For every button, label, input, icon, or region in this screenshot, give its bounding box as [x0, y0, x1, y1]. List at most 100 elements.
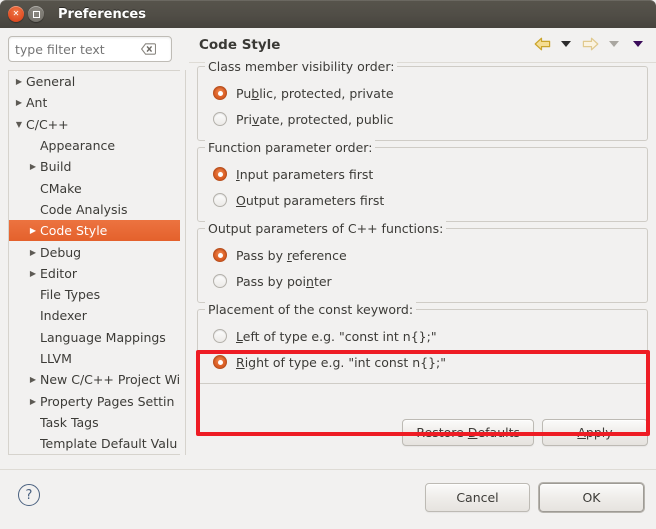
chevron-right-icon[interactable]: ▶: [26, 375, 40, 384]
sidebar-item-property-pages-settin[interactable]: ▶Property Pages Settin: [9, 390, 180, 411]
sidebar-item-c-c[interactable]: ▼C/C++: [9, 114, 180, 135]
radio-button-selected[interactable]: [213, 86, 227, 100]
radio-button-selected[interactable]: [213, 167, 227, 181]
sidebar-item-template-default-valu[interactable]: ▶Template Default Valu: [9, 433, 180, 454]
sidebar-item-debug[interactable]: ▶Debug: [9, 241, 180, 262]
label-prefix: Restore: [416, 425, 467, 440]
label-suffix: ter: [314, 274, 332, 289]
clear-filter-icon[interactable]: [137, 38, 159, 60]
back-history-dropdown[interactable]: [556, 34, 576, 54]
radio-button-unselected[interactable]: [213, 274, 227, 288]
settings-pane: Code Style: [189, 28, 656, 469]
radio-option[interactable]: Left of type e.g. "const int n{};": [208, 323, 637, 349]
sidebar-item-language-mappings[interactable]: ▶Language Mappings: [9, 327, 180, 348]
restore-defaults-button[interactable]: Restore Defaults: [402, 419, 534, 446]
radio-button-selected[interactable]: [213, 355, 227, 369]
tree-spacer: ▶: [26, 141, 40, 150]
preferences-tree[interactable]: ▶General▶Ant▼C/C++▶Appearance▶Build▶CMak…: [8, 70, 180, 455]
chevron-right-icon[interactable]: ▶: [26, 397, 40, 406]
radio-option[interactable]: Private, protected, public: [208, 106, 637, 132]
sidebar-item-label: Editor: [40, 266, 77, 281]
sidebar-item-build[interactable]: ▶Build: [9, 156, 180, 177]
radio-option[interactable]: Pass by pointer: [208, 268, 637, 294]
chevron-down-icon: [609, 41, 619, 47]
sidebar-item-indexer[interactable]: ▶Indexer: [9, 305, 180, 326]
sidebar-item-file-types[interactable]: ▶File Types: [9, 284, 180, 305]
chevron-right-icon[interactable]: ▶: [26, 162, 40, 171]
sidebar-item-code-style[interactable]: ▶Code Style: [9, 220, 180, 241]
settings-groups: Class member visibility order:Public, pr…: [189, 66, 656, 448]
sidebar-item-label: Debug: [40, 245, 81, 260]
label-suffix: ate, protected, public: [259, 112, 393, 127]
apply-button[interactable]: Apply: [542, 419, 648, 446]
label-suffix: utput parameters first: [246, 193, 384, 208]
sidebar-item-editor[interactable]: ▶Editor: [9, 263, 180, 284]
search-input[interactable]: [9, 38, 137, 60]
radio-button-unselected[interactable]: [213, 112, 227, 126]
maximize-icon: [33, 11, 40, 18]
label-mnemonic: A: [577, 425, 586, 440]
sidebar-item-label: Task Tags: [40, 415, 99, 430]
radio-option[interactable]: Pass by reference: [208, 242, 637, 268]
radio-button-selected[interactable]: [213, 248, 227, 262]
ok-button[interactable]: OK: [539, 483, 644, 512]
back-button[interactable]: [532, 34, 552, 54]
group-title: Function parameter order:: [205, 140, 375, 155]
radio-option-label: Output parameters first: [236, 193, 384, 208]
chevron-right-icon[interactable]: ▶: [26, 226, 40, 235]
chevron-right-icon[interactable]: ▶: [26, 248, 40, 257]
sidebar-item-label: Indexer: [40, 308, 87, 323]
cancel-button[interactable]: Cancel: [425, 483, 530, 512]
title-bar: ✕ Preferences: [0, 0, 656, 28]
pane-splitter[interactable]: [185, 70, 186, 455]
group-title: Placement of the const keyword:: [205, 302, 416, 317]
sidebar-item-new-c-c-project-wi[interactable]: ▶New C/C++ Project Wi: [9, 369, 180, 390]
sidebar-item-label: Code Analysis: [40, 202, 127, 217]
sidebar-item-appearance[interactable]: ▶Appearance: [9, 135, 180, 156]
window-title: Preferences: [58, 7, 146, 22]
close-window-button[interactable]: ✕: [8, 6, 24, 22]
sidebar-item-general[interactable]: ▶General: [9, 71, 180, 92]
label-mnemonic: L: [236, 329, 243, 344]
close-icon: ✕: [13, 10, 20, 18]
sidebar-item-llvm[interactable]: ▶LLVM: [9, 348, 180, 369]
tree-spacer: ▶: [26, 418, 40, 427]
chevron-down-icon[interactable]: ▼: [12, 120, 26, 129]
sidebar-item-task-tags[interactable]: ▶Task Tags: [9, 412, 180, 433]
label-suffix: eference: [292, 248, 347, 263]
radio-option[interactable]: Public, protected, private: [208, 80, 637, 106]
sidebar-pane: ▶General▶Ant▼C/C++▶Appearance▶Build▶CMak…: [0, 28, 188, 469]
radio-option-label: Public, protected, private: [236, 86, 394, 101]
filter-box[interactable]: [8, 36, 172, 62]
label-prefix: Pass by: [236, 248, 287, 263]
radio-option[interactable]: Right of type e.g. "int const n{};": [208, 349, 637, 375]
tree-spacer: ▶: [26, 184, 40, 193]
chevron-right-icon[interactable]: ▶: [12, 98, 26, 107]
forward-history-dropdown[interactable]: [604, 34, 624, 54]
page-action-buttons: Restore Defaults Apply: [402, 419, 648, 446]
radio-option[interactable]: Input parameters first: [208, 161, 637, 187]
group-title: Class member visibility order:: [205, 59, 397, 74]
chevron-right-icon[interactable]: ▶: [26, 269, 40, 278]
forward-button[interactable]: [580, 34, 600, 54]
sidebar-item-label: New C/C++ Project Wi: [40, 372, 180, 387]
view-menu-button[interactable]: [628, 34, 648, 54]
sidebar-item-ant[interactable]: ▶Ant: [9, 92, 180, 113]
dialog-footer: ? Cancel OK: [0, 469, 656, 529]
sidebar-item-label: LLVM: [40, 351, 72, 366]
chevron-right-icon[interactable]: ▶: [12, 77, 26, 86]
radio-option[interactable]: Output parameters first: [208, 187, 637, 213]
label-mnemonic: O: [236, 193, 246, 208]
help-icon[interactable]: ?: [18, 484, 40, 506]
tree-spacer: ▶: [26, 439, 40, 448]
sidebar-item-cmake[interactable]: ▶CMake: [9, 177, 180, 198]
radio-button-unselected[interactable]: [213, 329, 227, 343]
label-mnemonic: R: [236, 355, 245, 370]
maximize-window-button[interactable]: [28, 6, 44, 22]
sidebar-item-code-analysis[interactable]: ▶Code Analysis: [9, 199, 180, 220]
sidebar-item-label: Property Pages Settin: [40, 394, 174, 409]
tree-spacer: ▶: [26, 333, 40, 342]
radio-button-unselected[interactable]: [213, 193, 227, 207]
tree-scroll-content: ▶General▶Ant▼C/C++▶Appearance▶Build▶CMak…: [9, 71, 180, 455]
sidebar-item-docker[interactable]: ▶Docker: [9, 454, 180, 455]
